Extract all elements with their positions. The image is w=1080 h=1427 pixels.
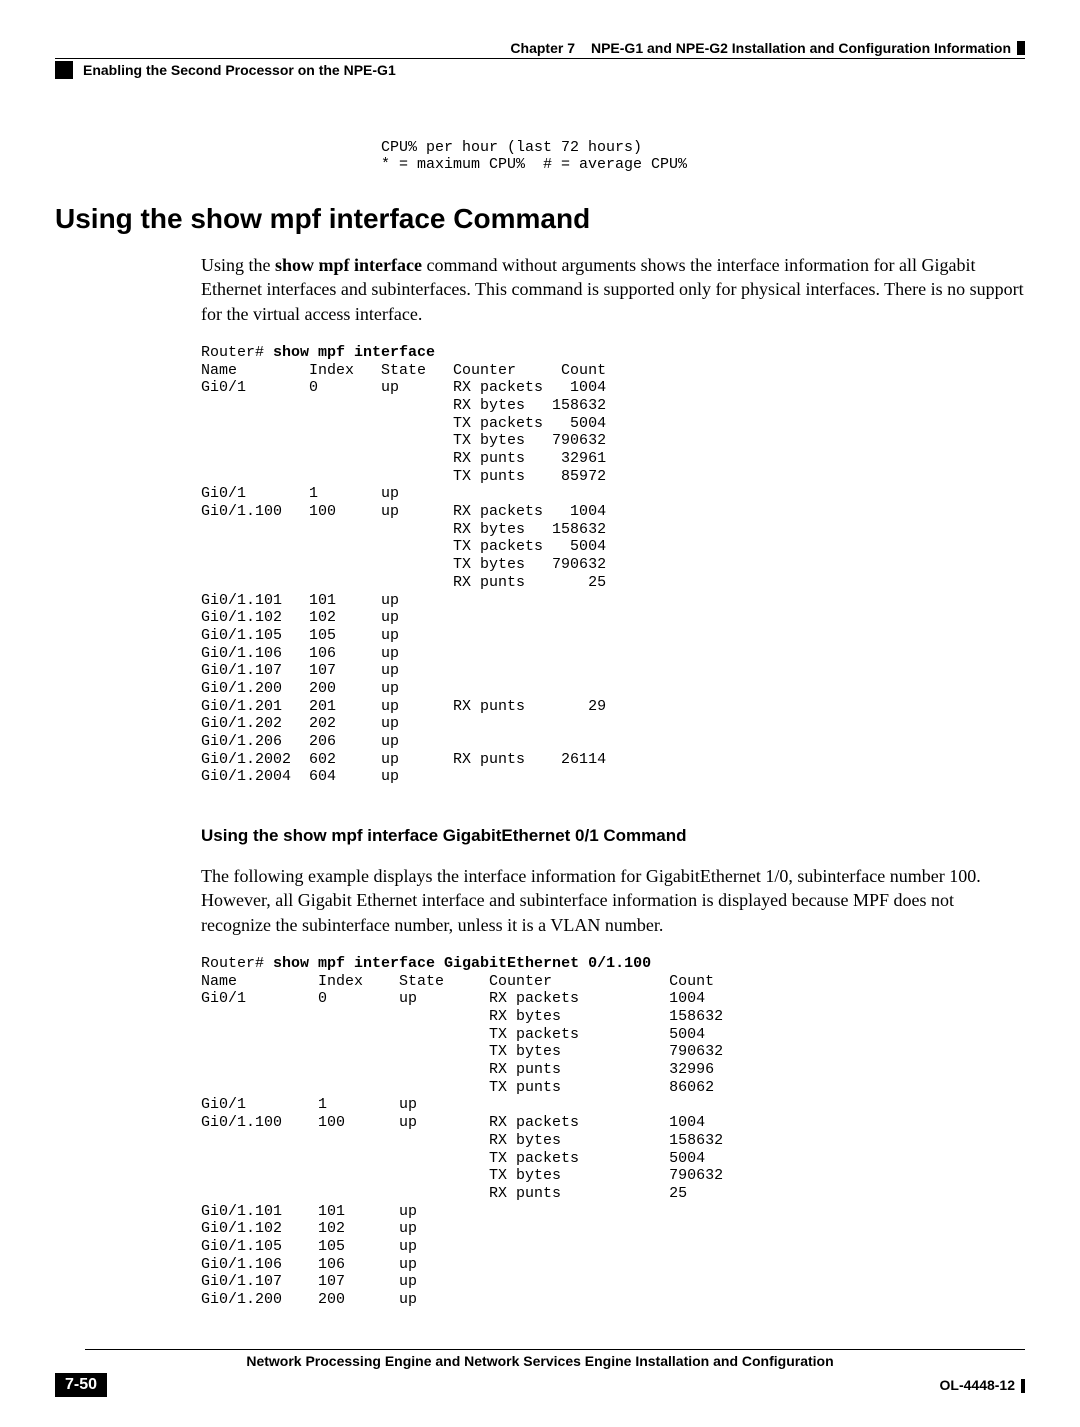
- subheader-block-icon: [55, 61, 73, 79]
- section-heading-2: Using the show mpf interface GigabitEthe…: [201, 826, 1025, 846]
- cli1-command: show mpf interface: [273, 344, 435, 361]
- para-pre: Using the: [201, 255, 275, 275]
- header-end-block-icon: [1017, 41, 1025, 55]
- cli-block-2: Router# show mpf interface GigabitEthern…: [201, 955, 1025, 1309]
- chapter-title: NPE-G1 and NPE-G2 Installation and Confi…: [591, 40, 1011, 56]
- footer: Network Processing Engine and Network Se…: [55, 1349, 1025, 1397]
- cli2-body: Name Index State Counter Count Gi0/1 0 u…: [201, 973, 723, 1308]
- page-number-badge: 7-50: [55, 1373, 107, 1397]
- chapter-label: Chapter 7: [510, 40, 575, 56]
- section2-paragraph: The following example displays the inter…: [201, 864, 1025, 937]
- footer-book-title: Network Processing Engine and Network Se…: [55, 1353, 1025, 1369]
- cli2-command: show mpf interface GigabitEthernet 0/1.1…: [273, 955, 651, 972]
- cli-top-block: CPU% per hour (last 72 hours) * = maximu…: [345, 139, 1025, 173]
- doc-id-text: OL-4448-12: [940, 1377, 1015, 1393]
- footer-row: 7-50 OL-4448-12: [55, 1373, 1025, 1397]
- doc-id-bar-icon: [1021, 1379, 1025, 1393]
- cli-block-1: Router# show mpf interface Name Index St…: [201, 344, 1025, 786]
- section1-paragraph: Using the show mpf interface command wit…: [201, 253, 1025, 326]
- page-container: Chapter 7 NPE-G1 and NPE-G2 Installation…: [0, 0, 1080, 1427]
- running-subheader: Enabling the Second Processor on the NPE…: [55, 61, 1025, 79]
- running-header: Chapter 7 NPE-G1 and NPE-G2 Installation…: [55, 40, 1025, 59]
- section-heading-1: Using the show mpf interface Command: [55, 203, 1025, 235]
- cli1-prompt: Router#: [201, 344, 273, 361]
- footer-rule: [85, 1349, 1025, 1350]
- cli1-body: Name Index State Counter Count Gi0/1 0 u…: [201, 362, 606, 786]
- para-cmd: show mpf interface: [275, 255, 422, 275]
- doc-id: OL-4448-12: [940, 1377, 1025, 1393]
- cli2-prompt: Router#: [201, 955, 273, 972]
- section-title: Enabling the Second Processor on the NPE…: [83, 62, 396, 78]
